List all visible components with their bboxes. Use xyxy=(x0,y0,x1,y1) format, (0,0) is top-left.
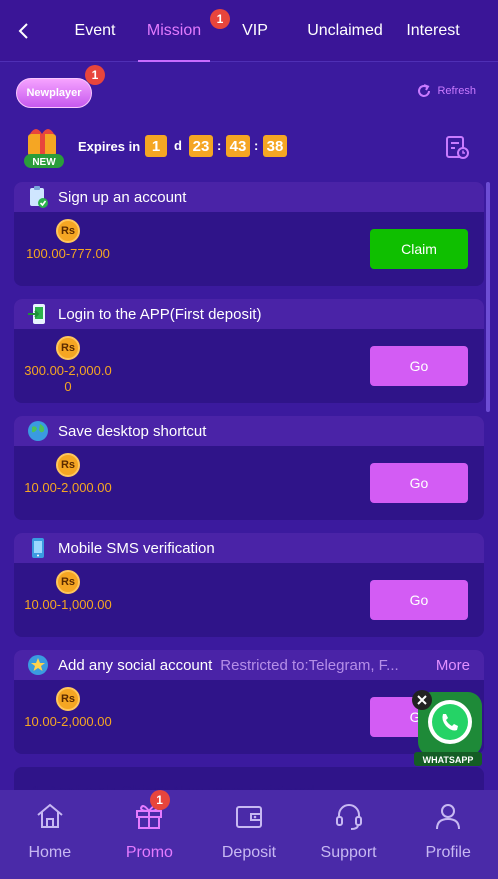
task-card-shortcut: Save desktop shortcut Rs 10.00-2,000.00 … xyxy=(14,416,484,520)
go-button[interactable]: Go xyxy=(370,346,468,386)
task-title: Add any social account xyxy=(58,656,213,674)
rupee-coin-icon: Rs xyxy=(56,570,80,594)
tab-mission[interactable]: Mission 1 xyxy=(138,0,230,62)
list-scrollbar[interactable] xyxy=(486,182,490,412)
task-card-signup: Sign up an account Rs 100.00-777.00 Clai… xyxy=(14,182,484,286)
clipboard-check-icon xyxy=(30,186,48,208)
task-title: Login to the APP(First deposit) xyxy=(58,305,262,323)
chevron-left-icon xyxy=(18,22,28,39)
user-icon xyxy=(436,804,461,830)
countdown-minutes: 43 xyxy=(226,135,250,157)
nav-support[interactable]: Support xyxy=(299,790,399,879)
newplayer-filter-button[interactable]: Newplayer 1 xyxy=(16,65,105,108)
task-header: Save desktop shortcut xyxy=(14,416,484,446)
go-button[interactable]: Go xyxy=(370,580,468,620)
refresh-icon xyxy=(418,84,431,97)
task-reward: 10.00-1,000.00 xyxy=(24,597,112,612)
countdown-hours: 23 xyxy=(189,135,213,157)
rupee-coin-icon: Rs xyxy=(56,219,80,243)
task-rules-text: 1. Applicable Object: New users register… xyxy=(14,767,484,790)
rupee-coin-icon: Rs xyxy=(56,687,80,711)
rupee-coin-icon: Rs xyxy=(56,336,80,360)
task-reward: 10.00-2,000.00 xyxy=(24,714,112,729)
svg-text:NEW: NEW xyxy=(32,157,56,168)
tab-event[interactable]: Event xyxy=(46,0,144,62)
task-title: Sign up an account xyxy=(58,188,187,206)
new-gift-icon: NEW xyxy=(24,129,64,168)
phone-login-icon xyxy=(28,304,45,324)
task-rules-card: 1. Applicable Object: New users register… xyxy=(14,767,484,790)
close-icon[interactable] xyxy=(412,690,432,710)
task-title: Save desktop shortcut xyxy=(58,422,207,440)
countdown-days: 1 xyxy=(145,135,167,157)
task-title: Mobile SMS verification xyxy=(58,539,215,557)
headset-icon xyxy=(335,804,362,830)
globe-icon xyxy=(28,421,48,441)
expiry-countdown: NEW Expires in 1 d 23 : 43 : 38 xyxy=(20,124,480,174)
task-header: Sign up an account xyxy=(14,182,484,212)
task-reward: 300.00-2,000.00 xyxy=(24,363,112,394)
home-icon xyxy=(37,803,63,828)
tab-interest[interactable]: Interest xyxy=(390,0,476,62)
task-header: Add any social account Restricted to:Tel… xyxy=(14,650,484,680)
bottom-nav: Home 1 Promo Deposit Support Profile xyxy=(0,790,498,879)
social-star-icon xyxy=(28,655,48,675)
refresh-button[interactable]: Refresh xyxy=(415,82,476,100)
top-tab-bar: Event Mission 1 VIP Unclaimed Interest xyxy=(0,0,498,62)
task-header: Mobile SMS verification xyxy=(14,533,484,563)
go-button[interactable]: Go xyxy=(370,463,468,503)
more-link[interactable]: More xyxy=(436,657,470,674)
task-card-sms: Mobile SMS verification Rs 10.00-1,000.0… xyxy=(14,533,484,637)
tab-vip[interactable]: VIP xyxy=(210,0,300,62)
back-button[interactable] xyxy=(0,0,46,62)
nav-profile[interactable]: Profile xyxy=(398,790,498,879)
rupee-coin-icon: Rs xyxy=(56,453,80,477)
nav-deposit[interactable]: Deposit xyxy=(199,790,299,879)
svg-text:WHATSAPP: WHATSAPP xyxy=(423,755,474,765)
task-reward: 100.00-777.00 xyxy=(26,246,110,261)
countdown-seconds: 38 xyxy=(263,135,287,157)
nav-home[interactable]: Home xyxy=(0,790,100,879)
task-card-login: Login to the APP(First deposit) Rs 300.0… xyxy=(14,299,484,403)
mobile-icon xyxy=(32,538,44,558)
history-calendar-icon[interactable] xyxy=(444,134,470,160)
task-reward: 10.00-2,000.00 xyxy=(24,480,112,495)
whatsapp-float-button[interactable]: WHATSAPP xyxy=(410,690,486,770)
wallet-icon xyxy=(235,806,262,828)
promo-badge: 1 xyxy=(149,790,170,810)
claim-button[interactable]: Claim xyxy=(370,229,468,269)
task-restriction: Restricted to:Telegram, F... xyxy=(220,656,399,674)
nav-promo[interactable]: 1 Promo xyxy=(100,790,200,879)
newplayer-badge: 1 xyxy=(85,65,105,85)
task-header: Login to the APP(First deposit) xyxy=(14,299,484,329)
tab-unclaimed[interactable]: Unclaimed xyxy=(300,0,390,62)
